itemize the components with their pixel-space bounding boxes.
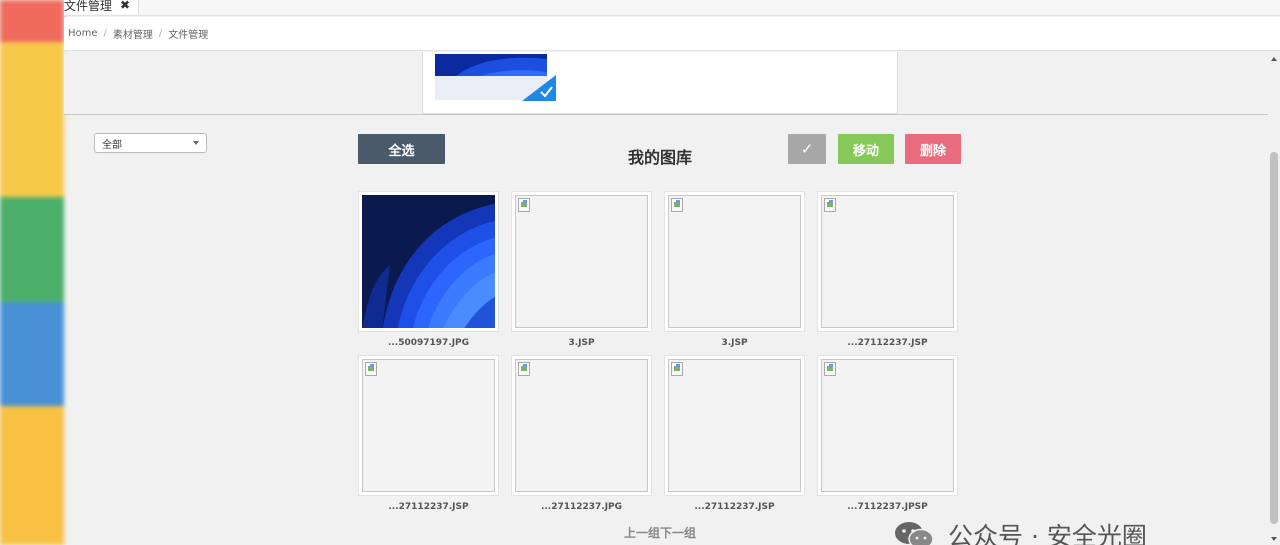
watermark: 公众号 · 安全光圈 [892,520,1147,545]
gallery-item[interactable] [817,355,958,496]
gallery-item-caption: ...27112237.JSP [694,502,775,512]
tab-bar: 文件管理 ✖ [64,0,1280,16]
gallery-item[interactable] [664,191,805,332]
gallery-image[interactable] [362,195,495,328]
scroll-thumb[interactable] [1270,152,1278,524]
gallery-title: 我的图库 [627,148,692,167]
breadcrumb-material-management[interactable]: 素材管理 [113,26,153,41]
delete-button[interactable]: 删除 [905,134,961,164]
breadcrumb-separator: / [103,28,107,39]
move-button[interactable]: 移动 [838,134,894,164]
gallery-image-placeholder[interactable] [821,195,954,328]
scroll-up-arrow-icon[interactable] [1271,57,1277,61]
gallery-item[interactable] [358,355,499,496]
breadcrumb-separator: / [158,28,163,39]
gallery-item-caption: 3.JSP [568,338,595,348]
gallery-item-caption: ...50097197.JPG [387,338,470,348]
gallery-item-caption: ...27112237.JSP [388,502,469,512]
gallery-item-caption: ...27112237.JSP [847,338,928,348]
next-group-link[interactable]: 下一组 [660,526,696,540]
gallery-image-placeholder[interactable] [515,359,648,492]
gallery-item-caption: ...7112237.JPSP [847,502,928,512]
breadcrumb: Home / 素材管理 / 文件管理 [64,17,1280,51]
broken-image-icon [824,198,836,212]
gallery-item-caption: 3.JSP [721,338,748,348]
selected-preview-panel [64,52,1270,115]
broken-image-icon [824,362,836,376]
breadcrumb-file-management: 文件管理 [168,30,209,41]
gallery-image-placeholder[interactable] [515,195,648,328]
gallery-image-placeholder[interactable] [821,359,954,492]
gallery-item[interactable] [511,191,652,332]
gallery-image-placeholder[interactable] [362,359,495,492]
gallery-item[interactable] [511,355,652,496]
preview-box [422,52,898,114]
wechat-icon [895,522,934,545]
confirm-button[interactable]: ✓ [788,134,826,164]
scroll-down-arrow-icon[interactable] [1271,537,1277,541]
watermark-text: 公众号 · 安全光圈 [948,522,1147,545]
tab-label: 文件管理 [64,0,113,13]
broken-image-icon [518,362,530,376]
gallery-item[interactable] [358,191,499,332]
pagination: 上一组下一组 [600,524,720,541]
gallery-item-caption: ...27112237.JPG [540,502,623,512]
select-all-button[interactable]: 全选 [358,134,445,164]
left-sidebar-strip [0,0,64,545]
filter-selected-value: 全部 [102,139,122,151]
close-icon[interactable]: ✖ [120,0,130,12]
check-icon: ✓ [800,140,814,158]
tab-file-management[interactable]: 文件管理 ✖ [64,0,140,14]
chevron-down-icon [193,141,199,145]
breadcrumb-home[interactable]: Home [68,28,98,39]
category-filter-select[interactable]: 全部 [94,133,207,153]
selected-check-badge-icon [522,75,556,101]
prev-group-link[interactable]: 上一组 [624,526,660,540]
broken-image-icon [671,362,683,376]
gallery-image-placeholder[interactable] [668,195,801,328]
broken-image-icon [365,362,377,376]
gallery-image-placeholder[interactable] [668,359,801,492]
gallery-item[interactable] [817,191,958,332]
broken-image-icon [671,198,683,212]
broken-image-icon [518,198,530,212]
vertical-scrollbar[interactable] [1268,52,1280,545]
gallery-item[interactable] [664,355,805,496]
